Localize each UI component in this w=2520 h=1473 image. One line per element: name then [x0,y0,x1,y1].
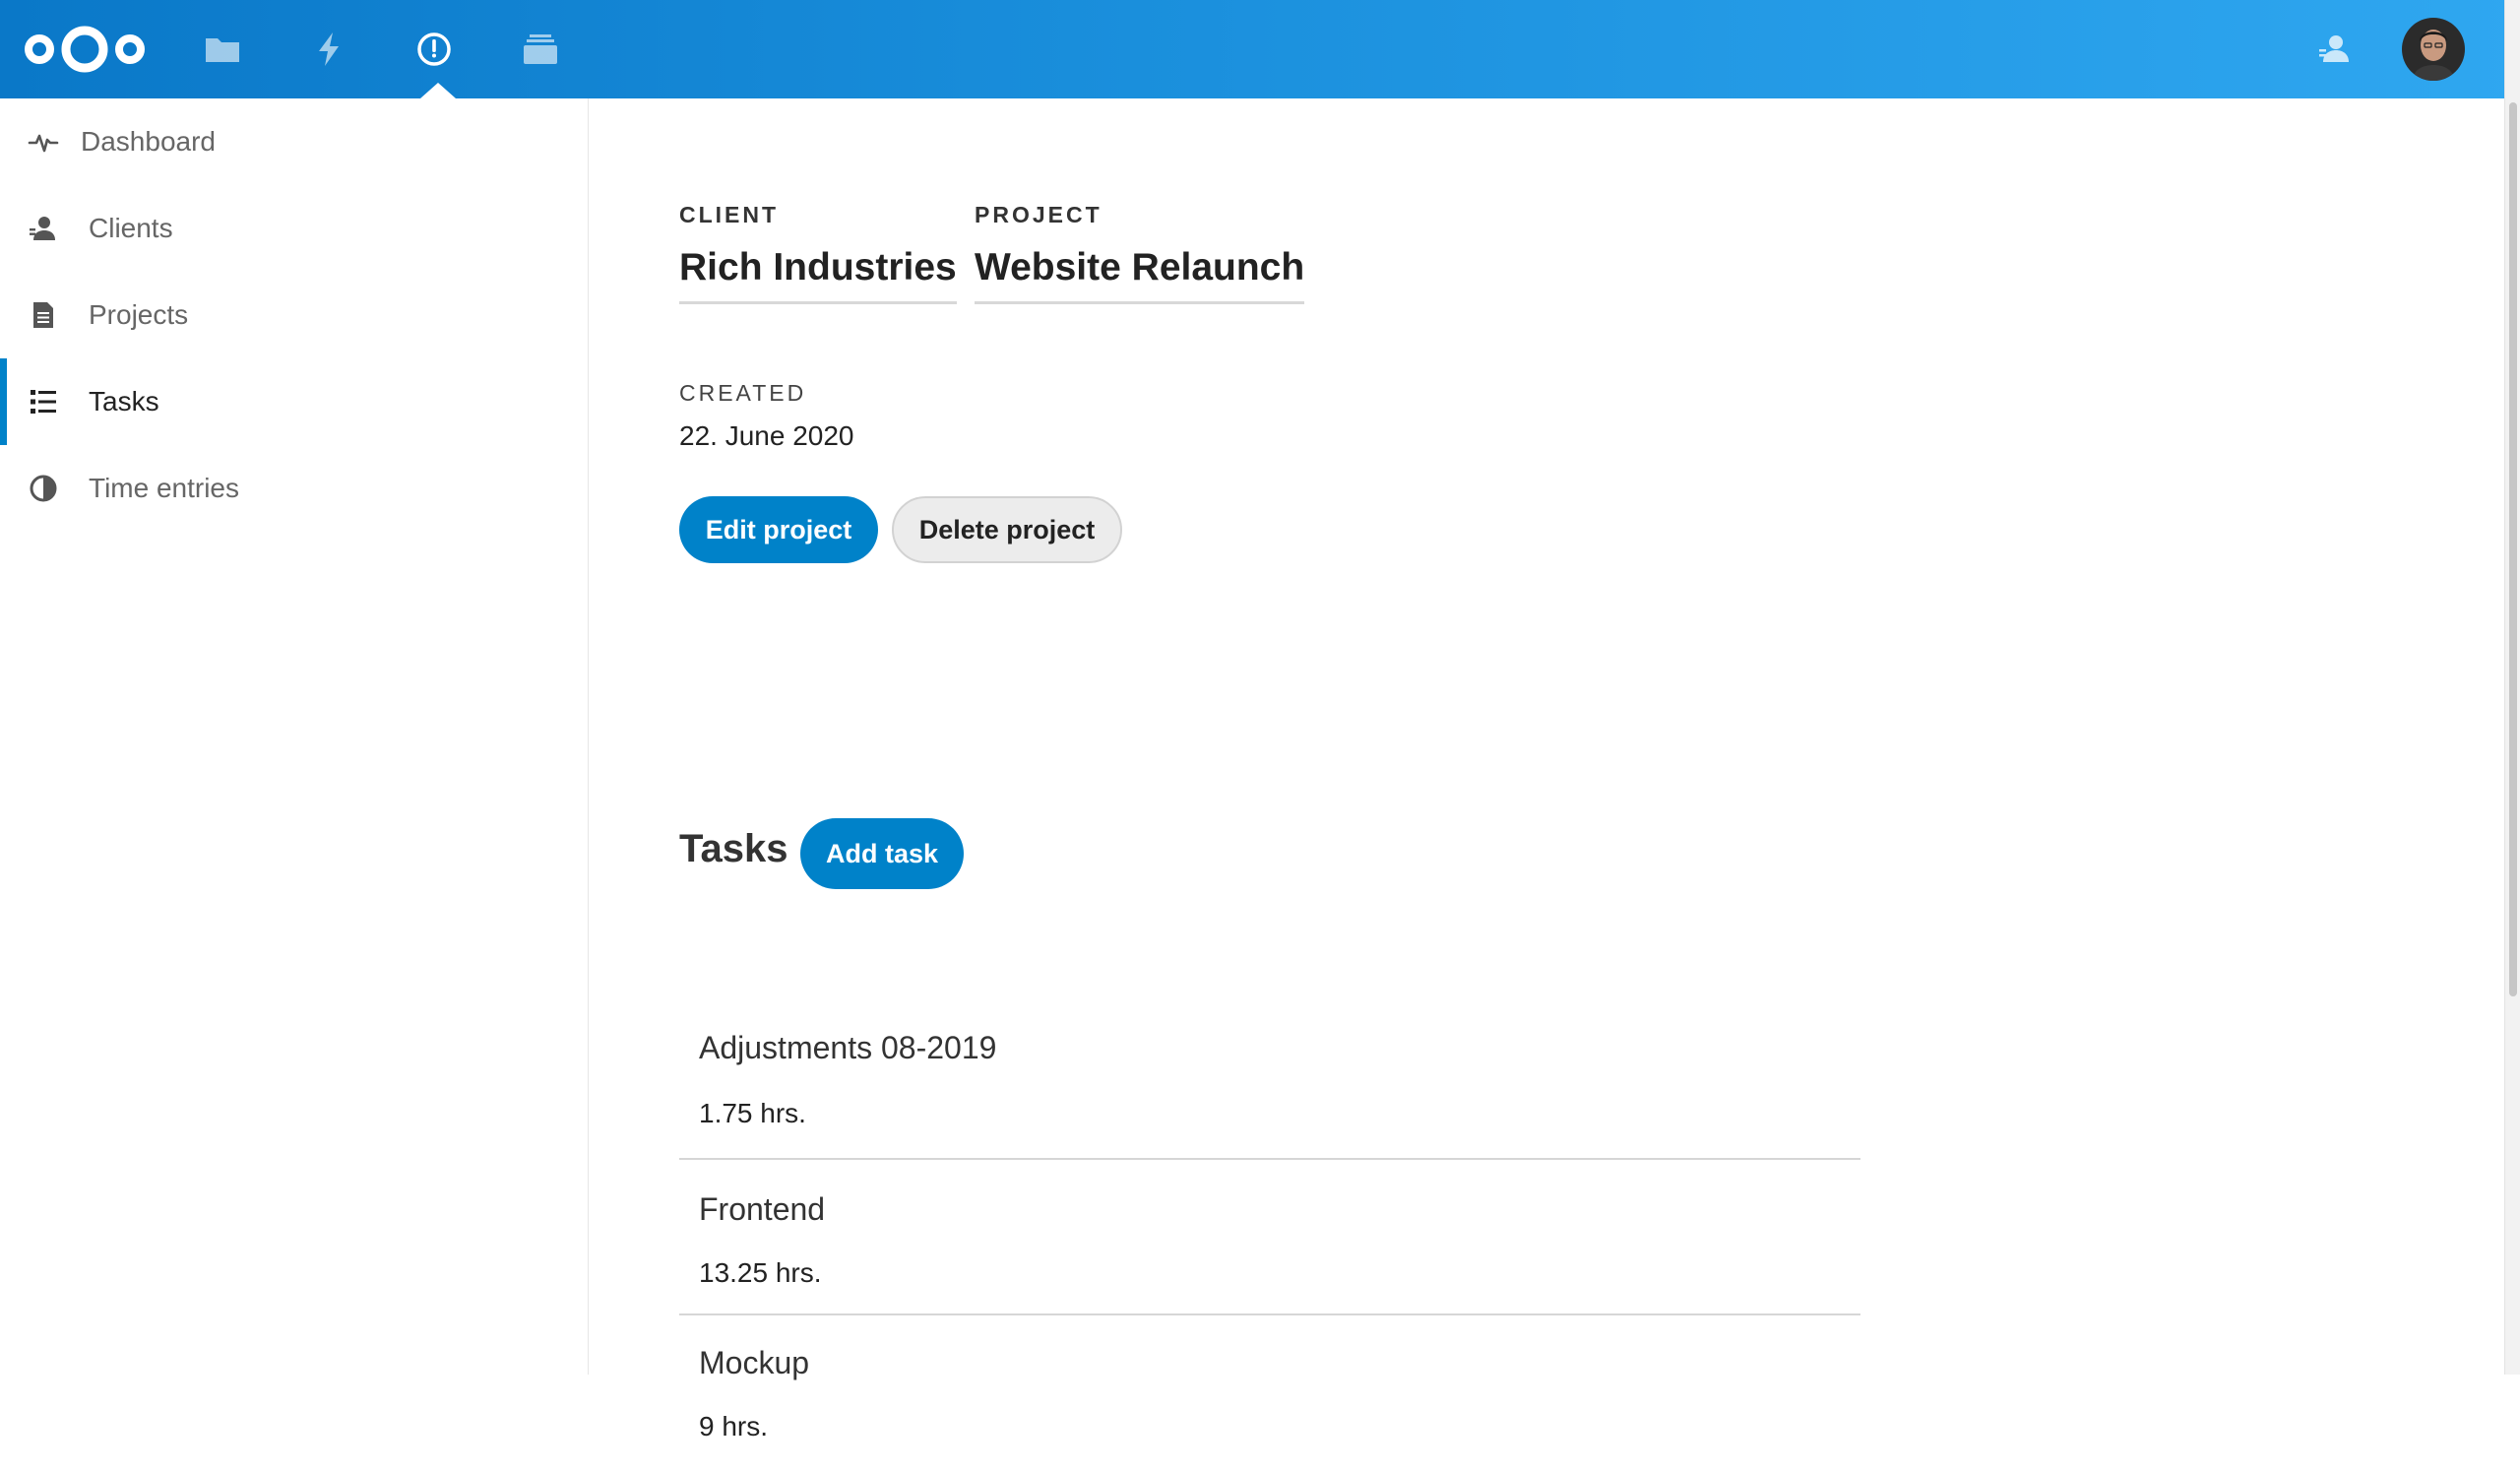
sidebar-item-label: Time entries [89,473,240,503]
task-hours: 13.25 hrs. [699,1257,822,1288]
project-label: PROJECT [975,202,1102,227]
pulse-icon [26,124,61,160]
list-item[interactable]: Adjustments 08-2019 1.75 hrs. [679,998,1860,1160]
created-label: CREATED [679,380,807,406]
activity-icon[interactable] [301,22,356,77]
sidebar-item-label: Dashboard [81,126,216,157]
timemanager-icon[interactable] [407,22,462,77]
sidebar-item-time-entries[interactable]: Time entries [0,445,588,532]
list-item[interactable]: Mockup 9 hrs. [679,1315,1860,1473]
scrollbar-thumb[interactable] [2509,102,2517,996]
document-icon [26,297,61,333]
task-hours: 1.75 hrs. [699,1098,806,1128]
created-date: 22. June 2020 [679,420,854,451]
app-navigation: Dashboard Clients Projects Tasks Time en… [0,98,589,1375]
client-name[interactable]: Rich Industries [679,246,957,304]
window-scrollbar[interactable] [2504,0,2520,1375]
task-name: Adjustments 08-2019 [699,1030,997,1065]
app-header [0,0,2520,98]
sidebar-item-label: Clients [89,213,173,243]
task-list: Adjustments 08-2019 1.75 hrs. Frontend 1… [679,998,1860,1473]
checklist-icon [26,384,61,419]
project-name[interactable]: Website Relaunch [975,246,1305,304]
delete-project-button[interactable]: Delete project [892,496,1122,563]
sidebar-item-dashboard[interactable]: Dashboard [0,98,588,185]
add-task-button[interactable]: Add task [800,818,964,889]
app-content: CLIENT PROJECT Rich Industries Website R… [590,98,2504,1441]
files-icon[interactable] [195,22,250,77]
list-item[interactable]: Frontend 13.25 hrs. [679,1160,1860,1315]
task-name: Mockup [699,1345,810,1380]
task-hours: 9 hrs. [699,1411,769,1441]
pie-icon [26,471,61,506]
active-indicator [0,358,7,445]
edit-project-button[interactable]: Edit project [679,496,878,563]
sidebar-item-projects[interactable]: Projects [0,272,588,358]
client-label: CLIENT [679,202,780,227]
sidebar-item-label: Projects [89,299,189,330]
task-name: Frontend [699,1191,826,1227]
tasks-heading: Tasks [679,827,788,870]
active-app-indicator [420,83,456,98]
user-avatar[interactable] [2402,18,2465,81]
contacts-icon [26,211,61,246]
deck-icon[interactable] [513,22,568,77]
contacts-menu-icon[interactable] [2315,30,2355,69]
sidebar-item-tasks[interactable]: Tasks [0,358,588,445]
sidebar-item-clients[interactable]: Clients [0,185,588,272]
sidebar-item-label: Tasks [89,386,159,416]
nextcloud-logo[interactable] [22,20,148,79]
